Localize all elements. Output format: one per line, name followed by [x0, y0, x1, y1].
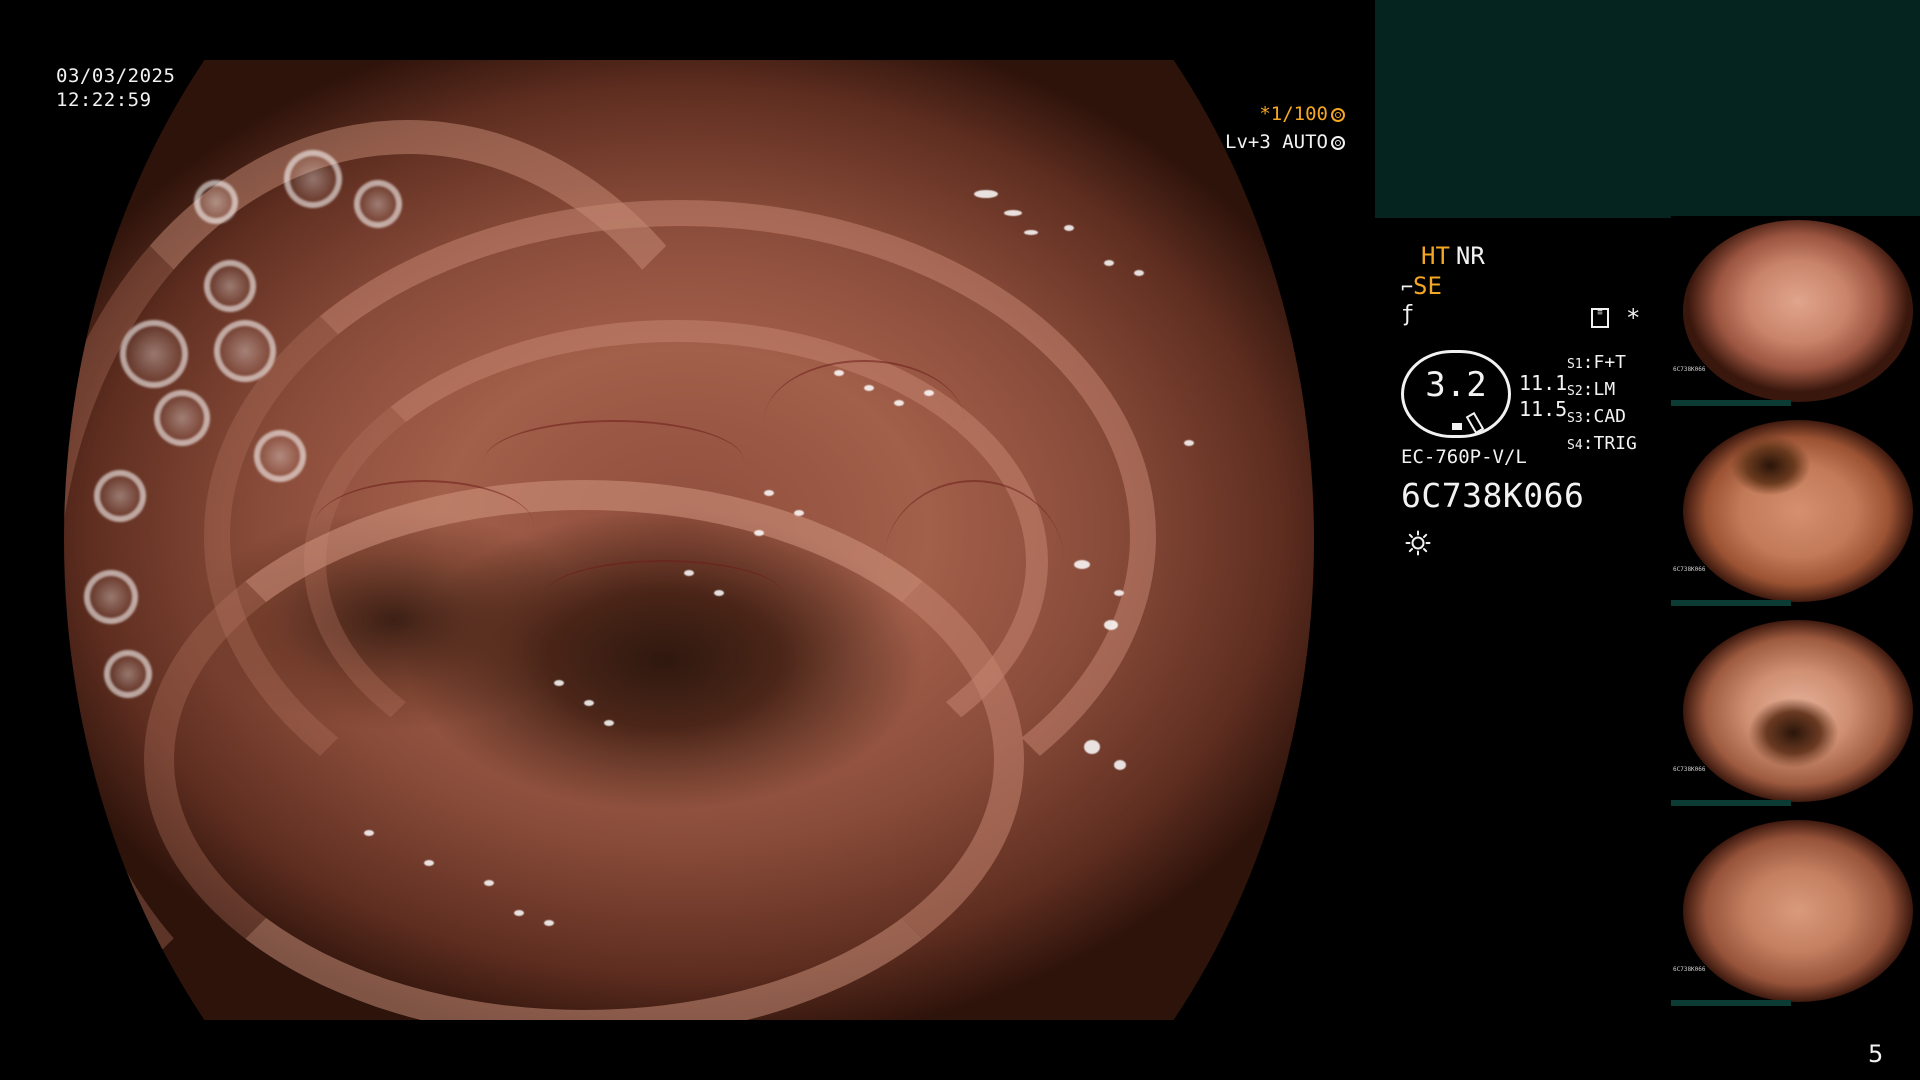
page-number: 5: [1868, 1040, 1884, 1068]
exposure-display: *1/100 Lv+3 AUTO: [1225, 100, 1345, 156]
thumbnail-3[interactable]: 6C738K066: [1671, 616, 1920, 806]
flash-icon: ƒ: [1401, 302, 1415, 327]
switch-s1: S1:F+T: [1567, 352, 1627, 373]
endoscope-main-view: 03/03/2025 12:22:59 *1/100 Lv+3 AUTO: [0, 0, 1375, 1080]
right-panel: HT NR ⌐SE ƒ ≡ * 3.2 11.1 11.5 S1:F+T S2:L…: [1375, 0, 1920, 1080]
structure-enhance-row: ⌐SE: [1401, 272, 1442, 300]
zoom-value: 3.2: [1425, 365, 1487, 405]
scope-serial: 6C738K066: [1401, 476, 1585, 515]
switch-s3: S3:CAD: [1567, 406, 1627, 427]
brightness-level-label: Lv+3 AUTO: [1225, 131, 1328, 153]
shutter-speed-label: *1/100: [1259, 103, 1328, 125]
status-panel-box: [1375, 0, 1920, 218]
thumbnail-4[interactable]: 6C738K066: [1671, 816, 1920, 1006]
thumbnail-3-caption: 6C738K066: [1673, 766, 1706, 773]
zoom-indicator: 3.2: [1401, 350, 1511, 438]
aperture-icon: [1330, 108, 1345, 122]
time-label: 12:22:59: [56, 89, 152, 111]
pen-icon: [1465, 411, 1485, 435]
switch-s4: S4:TRIG: [1567, 433, 1637, 454]
processing-flags: HT NR: [1401, 242, 1485, 270]
endoscope-live-image: [64, 60, 1314, 1020]
switch-assignments: S1:F+T S2:LM S3:CAD S4:TRIG: [1567, 350, 1637, 458]
scope-model: EC-760P-V/L: [1401, 446, 1527, 468]
thumbnail-1[interactable]: 6C738K066: [1671, 216, 1920, 406]
ht-flag: HT: [1421, 242, 1450, 270]
nr-flag: NR: [1455, 242, 1485, 270]
measurement-values: 11.1 11.5: [1519, 370, 1567, 422]
auto-iris-icon: [1330, 136, 1345, 150]
endoscopy-screen: 03/03/2025 12:22:59 *1/100 Lv+3 AUTO HT N…: [0, 0, 1920, 1080]
zoom-bar-icon: [1452, 423, 1462, 430]
thumbnail-4-caption: 6C738K066: [1673, 966, 1706, 973]
thumbnail-2[interactable]: 6C738K066: [1671, 416, 1920, 606]
light-source-icon: [1405, 530, 1431, 556]
value-2: 11.5: [1519, 397, 1568, 421]
datetime-display: 03/03/2025 12:22:59: [56, 64, 175, 112]
thumbnail-2-caption: 6C738K066: [1673, 566, 1706, 573]
asterisk-icon: *: [1626, 304, 1641, 332]
thumbnail-1-caption: 6C738K066: [1673, 366, 1706, 373]
date-label: 03/03/2025: [56, 65, 176, 87]
memory-card-icon: ≡: [1591, 308, 1609, 328]
enhance-mode-icon: ⌐: [1401, 275, 1414, 299]
value-1: 11.1: [1519, 371, 1568, 395]
switch-s2: S2:LM: [1567, 379, 1616, 400]
se-flag: SE: [1413, 272, 1442, 300]
